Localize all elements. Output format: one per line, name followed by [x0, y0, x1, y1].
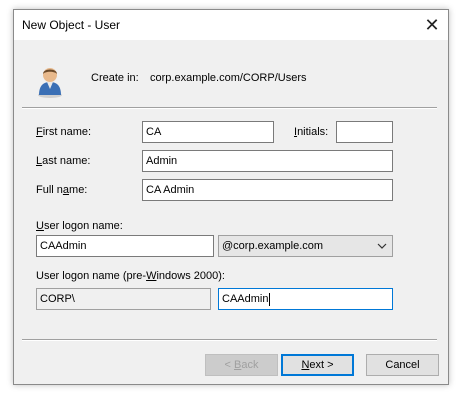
create-in-label: Create in:	[91, 72, 139, 84]
full-name-label: Full name:	[36, 184, 88, 196]
initials-label: Initials:	[294, 126, 329, 138]
title-bar[interactable]: New Object - User ✕	[14, 10, 448, 40]
pre2000-label: User logon name (pre-Windows 2000):	[36, 270, 225, 282]
user-icon	[38, 68, 62, 98]
last-name-field[interactable]: Admin	[142, 150, 393, 172]
full-name-field[interactable]: CA Admin	[142, 179, 393, 201]
first-name-label: First name:	[36, 126, 92, 138]
pre2000-domain-field: CORP\	[36, 288, 211, 310]
back-button[interactable]: < Back	[205, 354, 278, 376]
create-in-path: corp.example.com/CORP/Users	[150, 72, 307, 84]
first-name-field[interactable]: CA	[142, 121, 274, 143]
upn-suffix-dropdown[interactable]: @corp.example.com	[218, 235, 393, 257]
next-button[interactable]: Next >	[281, 354, 354, 376]
last-name-label: Last name:	[36, 155, 91, 167]
upn-suffix-value: @corp.example.com	[222, 240, 324, 252]
initials-field[interactable]	[336, 121, 393, 143]
pre2000-logon-value: CAAdmin	[222, 293, 269, 305]
logon-name-label: User logon name:	[36, 220, 123, 232]
close-icon[interactable]: ✕	[416, 10, 448, 40]
chevron-down-icon	[377, 243, 387, 249]
new-user-dialog: New Object - User ✕ Create in: corp.exam…	[13, 9, 449, 385]
window-title: New Object - User	[22, 18, 121, 32]
header-separator	[22, 107, 437, 109]
pre2000-logon-field[interactable]: CAAdmin	[218, 288, 393, 310]
logon-name-field[interactable]: CAAdmin	[36, 235, 214, 257]
text-caret	[269, 292, 271, 306]
footer-separator	[22, 339, 437, 341]
cancel-button[interactable]: Cancel	[366, 354, 439, 376]
